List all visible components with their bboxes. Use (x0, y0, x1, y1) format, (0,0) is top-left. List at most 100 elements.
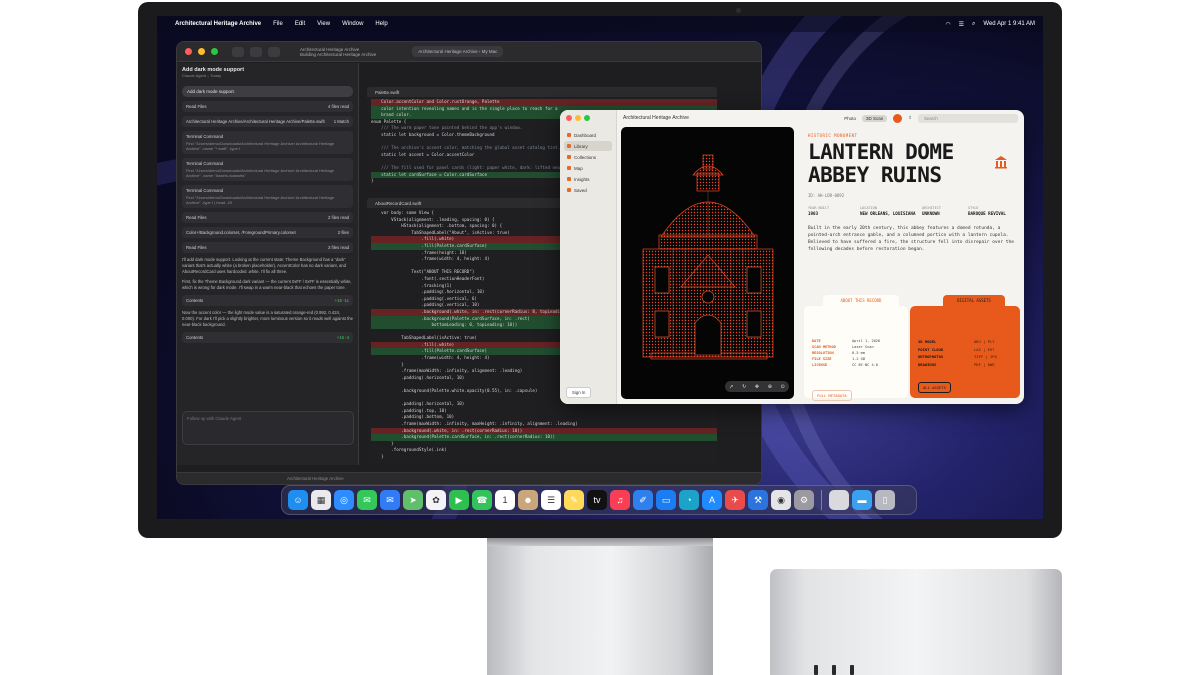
zoom-button[interactable] (584, 115, 590, 121)
editor-tab[interactable]: Palette.swift (367, 87, 717, 97)
keynote-icon[interactable]: ▭ (656, 490, 676, 510)
tool-card[interactable]: Color+/Background.colorset, /ForegroundP… (182, 227, 353, 238)
sidebar-item-saved[interactable]: Saved (564, 185, 612, 195)
sidebar-item-dashboard[interactable]: Dashboard (564, 130, 612, 140)
saved-icon (567, 188, 571, 192)
sign-in-button[interactable]: Sign In (566, 387, 592, 398)
sidebar-item-library[interactable]: Library (564, 141, 612, 151)
tool-card[interactable]: Terminal Command Find "/Users/demo/Downlo… (182, 158, 353, 181)
about-record-card: DATE April 1, 2026 SCAN METHOD Laser Scan … (804, 306, 908, 401)
freeform-icon[interactable]: ✐ (633, 490, 653, 510)
code-line[interactable]: .background(.white, in: .rect(cornerRadi… (371, 427, 717, 435)
code-line[interactable]: Color.accentColor and Color.rustOrange, … (371, 99, 717, 106)
notes-icon[interactable]: ✎ (564, 490, 584, 510)
archive-window-title: Architectural Heritage Archive (623, 115, 689, 121)
messages-icon[interactable]: ✉ (357, 490, 377, 510)
code-line[interactable]: } (371, 441, 717, 448)
tool-card[interactable]: Terminal Command Find "/Users/demo/Downlo… (182, 185, 353, 208)
finder-icon[interactable]: ☺ (288, 490, 308, 510)
photo-toggle[interactable]: Photo (844, 116, 856, 121)
share-icon[interactable]: ⇪ (908, 115, 912, 121)
search-icon[interactable]: ⌕ (972, 21, 975, 28)
code-line[interactable]: } (371, 454, 717, 461)
chat-input[interactable]: Follow up with Claude Agent (182, 411, 354, 445)
coding-assistant-pane: Add dark mode support Claude Agent – Tod… (177, 63, 359, 465)
asset-row[interactable]: ORTHOPHOTOS TIFF | JPG (918, 353, 1012, 361)
3d-model-viewer[interactable]: ➚ ↻ ✥ ⊕ ⊙ (621, 127, 794, 399)
archive-app-icon[interactable] (829, 490, 849, 510)
control-center-icon[interactable]: ☰ (959, 21, 964, 28)
folder-icon[interactable]: ▬ (852, 490, 872, 510)
search-input[interactable]: Search (918, 113, 1018, 123)
minimize-button[interactable] (198, 48, 205, 55)
tool-card[interactable]: Architectural Heritage Archive/Architect… (182, 116, 353, 127)
tv-icon[interactable]: tv (587, 490, 607, 510)
asset-row[interactable]: DRAWINGS PDF | DWG (918, 361, 1012, 369)
dock: ☺ ▦ ◎ ✉ ✉ ➤ ✿ ▶ ☎ 1 ☻ ☰ ✎ tv ♫ ✐ ▭ ◔ A ✈ ⚒ ◉ ⚙ ▬ ▯ (281, 485, 917, 515)
full-metadata-button[interactable]: FULL METADATA (812, 390, 852, 401)
mail-icon[interactable]: ✉ (380, 490, 400, 510)
zoom-button[interactable] (211, 48, 218, 55)
code-line[interactable]: .background(Palette.cardSurface, in: .re… (371, 434, 717, 441)
music-icon[interactable]: ♫ (610, 490, 630, 510)
stop-icon[interactable] (268, 46, 280, 57)
contacts-icon[interactable]: ☻ (518, 490, 538, 510)
minimize-button[interactable] (575, 115, 581, 121)
asset-row[interactable]: POINT CLOUD LAS | E57 (918, 346, 1012, 354)
maps-icon[interactable]: ➤ (403, 490, 423, 510)
zoom-icon[interactable]: ⊕ (768, 384, 772, 390)
tool-card[interactable]: Read Files 2 files read (182, 212, 353, 223)
wifi-icon[interactable]: ◠ (945, 21, 950, 28)
trash-icon[interactable]: ▯ (875, 490, 895, 510)
sidebar-item-map[interactable]: Map (564, 163, 612, 173)
tool-card[interactable]: Read Files 3 files read (182, 242, 353, 253)
code-line[interactable]: .padding(.bottom, 10) (371, 414, 717, 421)
pointer-icon[interactable]: ➚ (729, 384, 733, 390)
sidebar-toggle-icon[interactable] (232, 46, 244, 57)
facetime-icon[interactable]: ▶ (449, 490, 469, 510)
testflight-icon[interactable]: ✈ (725, 490, 745, 510)
tool-card[interactable]: Terminal Command Find "/Users/demo/Downlo… (182, 131, 353, 154)
diff-card[interactable]: Contents +19 -11 (182, 295, 353, 306)
run-icon[interactable] (250, 46, 262, 57)
menu-help[interactable]: Help (375, 21, 387, 27)
menu-file[interactable]: File (273, 21, 283, 27)
menu-edit[interactable]: Edit (295, 21, 305, 27)
safari-icon[interactable]: ◎ (334, 490, 354, 510)
status-bar: Architectural Heritage Archive (177, 472, 761, 484)
reset-icon[interactable]: ⊙ (780, 384, 784, 390)
desktop-screen: Architectural Heritage Archive File Edit… (157, 16, 1043, 519)
profile-icon[interactable] (893, 113, 903, 123)
menu-app-name[interactable]: Architectural Heritage Archive (175, 21, 261, 27)
code-line[interactable]: .foregroundStyle(.ink) (371, 447, 717, 454)
scheme-selector[interactable]: Architectural Heritage Archive › My Mac (412, 46, 504, 57)
assistant-message: I'll add dark mode support. Looking at t… (182, 257, 346, 274)
asset-row[interactable]: 3D MODEL OBJ | PLY (918, 338, 1012, 346)
diff-card[interactable]: Contents +15 -4 (182, 332, 353, 343)
menu-view[interactable]: View (317, 21, 330, 27)
close-button[interactable] (185, 48, 192, 55)
pan-icon[interactable]: ✥ (755, 384, 759, 390)
code-line[interactable]: .padding(.top, 10) (371, 408, 717, 415)
claude-icon[interactable]: ◉ (771, 490, 791, 510)
sidebar-item-collections[interactable]: Collections (564, 152, 612, 162)
menu-clock[interactable]: Wed Apr 1 9:41 AM (983, 21, 1035, 27)
app-store-icon[interactable]: A (702, 490, 722, 510)
code-line[interactable]: .frame(maxWidth: .infinity, maxHeight: .… (371, 421, 717, 428)
close-button[interactable] (566, 115, 572, 121)
tool-card[interactable]: Read Files 4 files read (182, 101, 353, 112)
all-assets-button[interactable]: ALL ASSETS (918, 382, 951, 393)
reminders-icon[interactable]: ☰ (541, 490, 561, 510)
launchpad-icon[interactable]: ▦ (311, 490, 331, 510)
xcode-icon[interactable]: ⚒ (748, 490, 768, 510)
settings-icon[interactable]: ⚙ (794, 490, 814, 510)
scan-toggle[interactable]: 3D Scan (861, 114, 888, 122)
photos-icon[interactable]: ✿ (426, 490, 446, 510)
library-icon (567, 144, 571, 148)
sidebar-item-insights[interactable]: Insights (564, 174, 612, 184)
instruments-icon[interactable]: ◔ (679, 490, 699, 510)
menu-window[interactable]: Window (342, 21, 363, 27)
calendar-icon[interactable]: 1 (495, 490, 515, 510)
rotate-icon[interactable]: ↻ (742, 384, 746, 390)
phone-icon[interactable]: ☎ (472, 490, 492, 510)
